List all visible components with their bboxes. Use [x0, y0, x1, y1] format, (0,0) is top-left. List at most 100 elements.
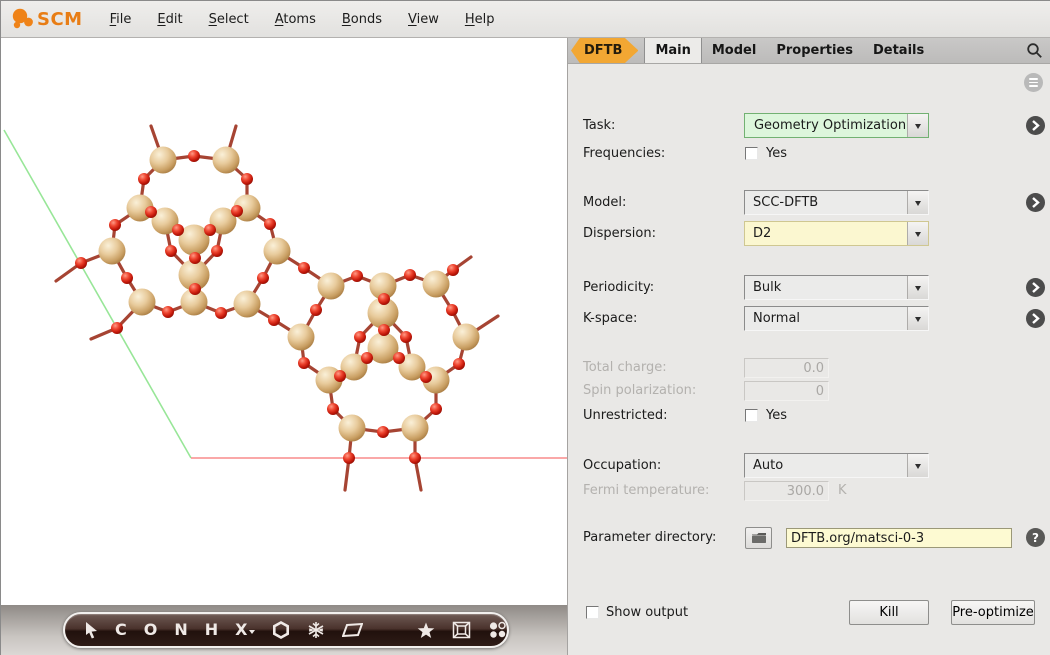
model-dropdown[interactable]: SCC-DFTB [744, 190, 929, 215]
dispersion-dropdown-arrow[interactable] [907, 222, 928, 245]
preoptimize-button[interactable]: Pre-optimize [951, 600, 1035, 625]
scm-logo-text: SCM [37, 9, 83, 30]
o-atom [334, 370, 346, 382]
o-atom [343, 452, 355, 464]
dispersion-value: D2 [745, 222, 907, 245]
hamburger-icon [1029, 78, 1038, 87]
unrestricted-checkbox-label: Yes [766, 407, 787, 425]
freeze-tool-icon[interactable] [307, 621, 325, 639]
o-atom [215, 307, 227, 319]
o-atom [111, 322, 123, 334]
element-c-button[interactable]: C [115, 622, 127, 638]
parameter-directory-label: Parameter directory: [583, 527, 716, 549]
kspace-dropdown[interactable]: Normal [744, 306, 929, 331]
kspace-detail-chevron[interactable] [1026, 309, 1045, 328]
task-dropdown[interactable]: Geometry Optimization [744, 113, 929, 138]
o-atom [453, 358, 465, 370]
o-atom [378, 324, 390, 336]
o-atom [145, 206, 157, 218]
menu-help[interactable]: Help [452, 1, 508, 38]
model-dropdown-arrow[interactable] [907, 191, 928, 214]
fermi-unit-label: K [838, 481, 847, 501]
o-atom [172, 224, 184, 236]
menu-file[interactable]: File [97, 1, 145, 38]
unit-cell-tool-icon[interactable] [452, 621, 471, 639]
periodicity-dropdown[interactable]: Bulk [744, 275, 929, 300]
periodicity-dropdown-arrow[interactable] [907, 276, 928, 299]
si-atom [150, 147, 177, 174]
atom-toolbar: C O N H X [63, 612, 509, 648]
plane-tool-icon[interactable] [342, 623, 363, 637]
molecule-canvas[interactable] [1, 38, 567, 605]
si-atom [264, 238, 291, 265]
scm-logo-icon [9, 7, 35, 31]
occupation-value: Auto [745, 454, 907, 477]
tab-model[interactable]: Model [702, 38, 766, 63]
dftb-panel: DFTB Main Model Properties Details Task:… [567, 38, 1050, 655]
folder-icon [751, 532, 767, 544]
kspace-label: K-space: [583, 306, 637, 331]
tab-main[interactable]: Main [644, 38, 701, 63]
menu-select[interactable]: Select [196, 1, 262, 38]
occupation-dropdown-arrow[interactable] [907, 454, 928, 477]
periodicity-detail-chevron[interactable] [1026, 278, 1045, 297]
frequencies-checkbox[interactable] [745, 147, 758, 160]
o-atom [138, 173, 150, 185]
search-icon[interactable] [1026, 38, 1050, 63]
element-o-button[interactable]: O [144, 622, 158, 638]
parameter-directory-input[interactable] [786, 528, 1012, 548]
tab-properties[interactable]: Properties [766, 38, 863, 63]
o-atom [264, 218, 276, 230]
browse-folder-button[interactable] [745, 527, 772, 549]
o-atom [109, 219, 121, 231]
model-label: Model: [583, 190, 626, 215]
o-atom [354, 331, 366, 343]
o-atom [298, 262, 310, 274]
scm-logo: SCM [9, 7, 83, 31]
panel-menu-icon[interactable] [1024, 73, 1043, 92]
kspace-dropdown-arrow[interactable] [907, 307, 928, 330]
o-atom [404, 269, 416, 281]
occupation-label: Occupation: [583, 453, 661, 478]
o-atom [298, 357, 310, 369]
si-atom [402, 415, 429, 442]
show-output-checkbox[interactable] [586, 606, 599, 619]
menu-view[interactable]: View [395, 1, 452, 38]
help-icon[interactable] [1026, 528, 1045, 547]
si-atom [288, 324, 315, 351]
task-detail-chevron[interactable] [1026, 116, 1045, 135]
menu-bonds[interactable]: Bonds [329, 1, 395, 38]
element-n-button[interactable]: N [174, 622, 187, 638]
si-atom [129, 289, 156, 316]
o-atom [268, 314, 280, 326]
element-x-label: X [235, 622, 247, 638]
si-atom [453, 324, 480, 351]
ring-tool-icon[interactable] [272, 621, 290, 639]
unrestricted-checkbox[interactable] [745, 409, 758, 422]
spin-polarization-input [744, 381, 829, 401]
balls-tool-icon[interactable] [488, 621, 507, 639]
menu-atoms[interactable]: Atoms [262, 1, 329, 38]
atoms[interactable] [75, 147, 480, 465]
model-detail-chevron[interactable] [1026, 193, 1045, 212]
molecule-viewer[interactable] [1, 38, 567, 605]
task-dropdown-arrow[interactable] [907, 114, 928, 137]
occupation-dropdown[interactable]: Auto [744, 453, 929, 478]
kill-button[interactable]: Kill [849, 600, 929, 625]
dispersion-dropdown[interactable]: D2 [744, 221, 929, 246]
o-atom [420, 371, 432, 383]
o-atom [351, 270, 363, 282]
menu-edit[interactable]: Edit [144, 1, 195, 38]
element-x-button[interactable]: X [235, 622, 255, 638]
si-atom [339, 415, 366, 442]
menu-bar: SCM File Edit Select Atoms Bonds View He… [1, 1, 1050, 38]
dftb-group-tag[interactable]: DFTB [571, 38, 638, 63]
star-tool-icon[interactable] [417, 622, 435, 639]
element-h-button[interactable]: H [205, 622, 218, 638]
model-value: SCC-DFTB [745, 191, 907, 214]
si-atom [318, 273, 345, 300]
tab-details[interactable]: Details [863, 38, 934, 63]
o-atom [409, 452, 421, 464]
o-atom [361, 352, 373, 364]
pointer-tool-icon[interactable] [85, 622, 98, 639]
